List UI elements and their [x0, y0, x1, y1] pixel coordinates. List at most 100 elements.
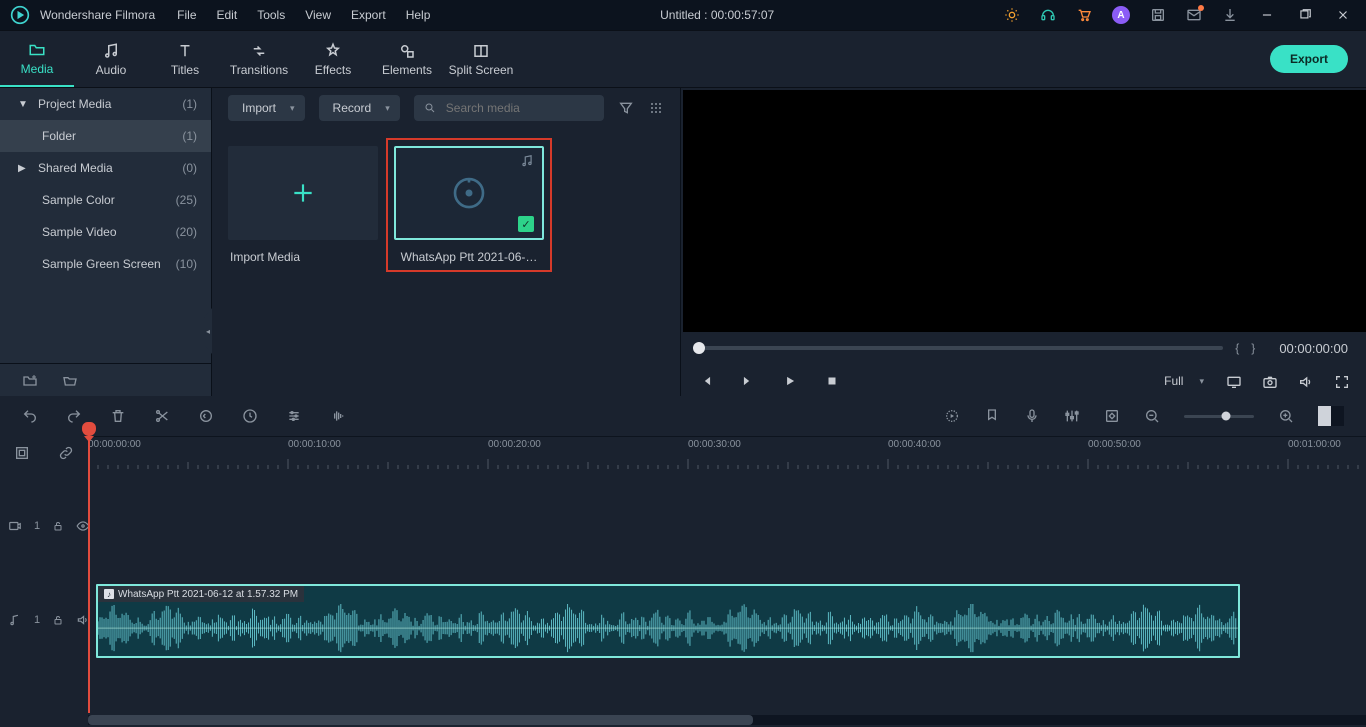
preview-quality-label: Full: [1164, 374, 1183, 388]
split-screen-icon: [472, 42, 490, 60]
stop-button[interactable]: [825, 374, 839, 388]
adjust-icon[interactable]: [286, 408, 302, 424]
search-icon: [424, 101, 436, 115]
timeline-toolbar: [0, 396, 1366, 436]
lock-icon[interactable]: [52, 614, 64, 626]
window-minimize-button[interactable]: [1258, 6, 1276, 24]
video-track-lane[interactable]: [96, 488, 1366, 564]
filter-icon[interactable]: [618, 100, 634, 116]
user-avatar[interactable]: A: [1112, 6, 1130, 24]
fullscreen-icon[interactable]: [1334, 374, 1348, 388]
tab-transitions-label: Transitions: [230, 63, 288, 77]
prev-frame-button[interactable]: [699, 374, 713, 388]
redo-icon[interactable]: [66, 408, 82, 424]
search-media-field[interactable]: [444, 100, 594, 116]
menu-view[interactable]: View: [305, 8, 331, 22]
menu-tools[interactable]: Tools: [257, 8, 285, 22]
audio-track-header[interactable]: 1: [0, 582, 96, 658]
sidebar-footer: [0, 363, 211, 398]
preview-quality-select[interactable]: Full▾: [1164, 374, 1204, 388]
search-media-input[interactable]: [414, 95, 604, 121]
sidebar-collapse-handle[interactable]: ◂: [203, 308, 212, 354]
keyframe-icon[interactable]: [1104, 408, 1120, 424]
lock-icon[interactable]: [52, 520, 64, 532]
import-dropdown[interactable]: Import ▾: [228, 95, 305, 121]
upper-panels: ▼Project Media (1) Folder (1) ▶Shared Me…: [0, 88, 1366, 398]
save-icon[interactable]: [1150, 7, 1166, 23]
sidebar-item-sample-color[interactable]: Sample Color (25): [0, 184, 211, 216]
timeline-horizontal-scrollbar[interactable]: [88, 715, 1366, 725]
snapshot-icon[interactable]: [1262, 374, 1276, 388]
import-media-tile[interactable]: Import Media: [228, 146, 378, 264]
voiceover-icon[interactable]: [1024, 408, 1040, 424]
sidebar-item-sample-green[interactable]: Sample Green Screen (10): [0, 248, 211, 280]
zoom-out-icon[interactable]: [1144, 408, 1160, 424]
tab-titles[interactable]: Titles: [148, 31, 222, 87]
support-headset-icon[interactable]: [1040, 7, 1056, 23]
import-dropdown-label: Import: [242, 101, 276, 115]
sidebar-item-label: Sample Video: [42, 225, 117, 239]
sidebar-item-count: (20): [176, 225, 197, 239]
preview-video-area: [683, 90, 1366, 332]
record-dropdown[interactable]: Record ▾: [319, 95, 400, 121]
undo-icon[interactable]: [22, 408, 38, 424]
audio-track-lane[interactable]: ♪ WhatsApp Ptt 2021-06-12 at 1.57.32 PM: [96, 582, 1366, 658]
timeline-ruler[interactable]: 00:00:00:0000:00:10:0000:00:20:0000:00:3…: [88, 436, 1366, 470]
audio-mixer-icon[interactable]: [1064, 408, 1080, 424]
media-tile-audio[interactable]: ✓ WhatsApp Ptt 2021-06-…: [394, 146, 544, 264]
menu-export[interactable]: Export: [351, 8, 386, 22]
new-folder-icon[interactable]: [22, 373, 38, 389]
timeline-view-toggle[interactable]: [1318, 406, 1344, 426]
menu-file[interactable]: File: [177, 8, 196, 22]
tab-transitions[interactable]: Transitions: [222, 31, 296, 87]
tab-media[interactable]: Media: [0, 31, 74, 87]
playhead[interactable]: [88, 434, 90, 713]
crop-icon[interactable]: [198, 408, 214, 424]
tab-elements[interactable]: Elements: [370, 31, 444, 87]
track-options-icon[interactable]: [14, 445, 30, 461]
video-track-header[interactable]: 1: [0, 488, 96, 564]
video-track-number: 1: [34, 520, 40, 532]
tab-media-label: Media: [21, 62, 54, 76]
music-note-icon: [520, 154, 534, 168]
cart-icon[interactable]: [1076, 7, 1092, 23]
scrollbar-thumb[interactable]: [88, 715, 753, 725]
marker-icon[interactable]: [984, 408, 1000, 424]
preview-scrubber[interactable]: [699, 346, 1223, 350]
zoom-in-icon[interactable]: [1278, 408, 1294, 424]
render-preview-icon[interactable]: [944, 408, 960, 424]
delete-icon[interactable]: [110, 408, 126, 424]
window-close-button[interactable]: [1334, 6, 1352, 24]
tab-audio[interactable]: Audio: [74, 31, 148, 87]
scrubber-handle[interactable]: [693, 342, 705, 354]
export-button[interactable]: Export: [1270, 45, 1348, 73]
audio-wave-icon[interactable]: [330, 408, 346, 424]
sidebar-item-shared-media[interactable]: ▶Shared Media (0): [0, 152, 211, 184]
audio-clip[interactable]: ♪ WhatsApp Ptt 2021-06-12 at 1.57.32 PM: [96, 584, 1240, 658]
sidebar-item-folder[interactable]: Folder (1): [0, 120, 211, 152]
sidebar-item-project-media[interactable]: ▼Project Media (1): [0, 88, 211, 120]
volume-icon[interactable]: [1298, 374, 1312, 388]
display-icon[interactable]: [1226, 374, 1240, 388]
tab-split-screen[interactable]: Split Screen: [444, 31, 518, 87]
download-icon[interactable]: [1222, 7, 1238, 23]
next-frame-button[interactable]: [741, 374, 755, 388]
menu-edit[interactable]: Edit: [217, 8, 238, 22]
audio-track: 1 ♪ WhatsApp Ptt 2021-06-12 at 1.57.32 P…: [0, 582, 1366, 658]
zoom-slider[interactable]: [1184, 415, 1254, 418]
split-icon[interactable]: [154, 408, 170, 424]
play-button[interactable]: [783, 374, 797, 388]
speed-icon[interactable]: [242, 408, 258, 424]
tips-icon[interactable]: [1004, 7, 1020, 23]
window-maximize-button[interactable]: [1296, 6, 1314, 24]
open-folder-icon[interactable]: [62, 373, 78, 389]
grid-view-icon[interactable]: [648, 100, 664, 116]
plus-icon: [290, 180, 316, 206]
sidebar-item-sample-video[interactable]: Sample Video (20): [0, 216, 211, 248]
tab-effects[interactable]: Effects: [296, 31, 370, 87]
transitions-icon: [250, 42, 268, 60]
message-icon[interactable]: [1186, 7, 1202, 23]
link-icon[interactable]: [58, 445, 74, 461]
mark-in-out-icon[interactable]: {}: [1235, 341, 1267, 355]
menu-help[interactable]: Help: [406, 8, 431, 22]
